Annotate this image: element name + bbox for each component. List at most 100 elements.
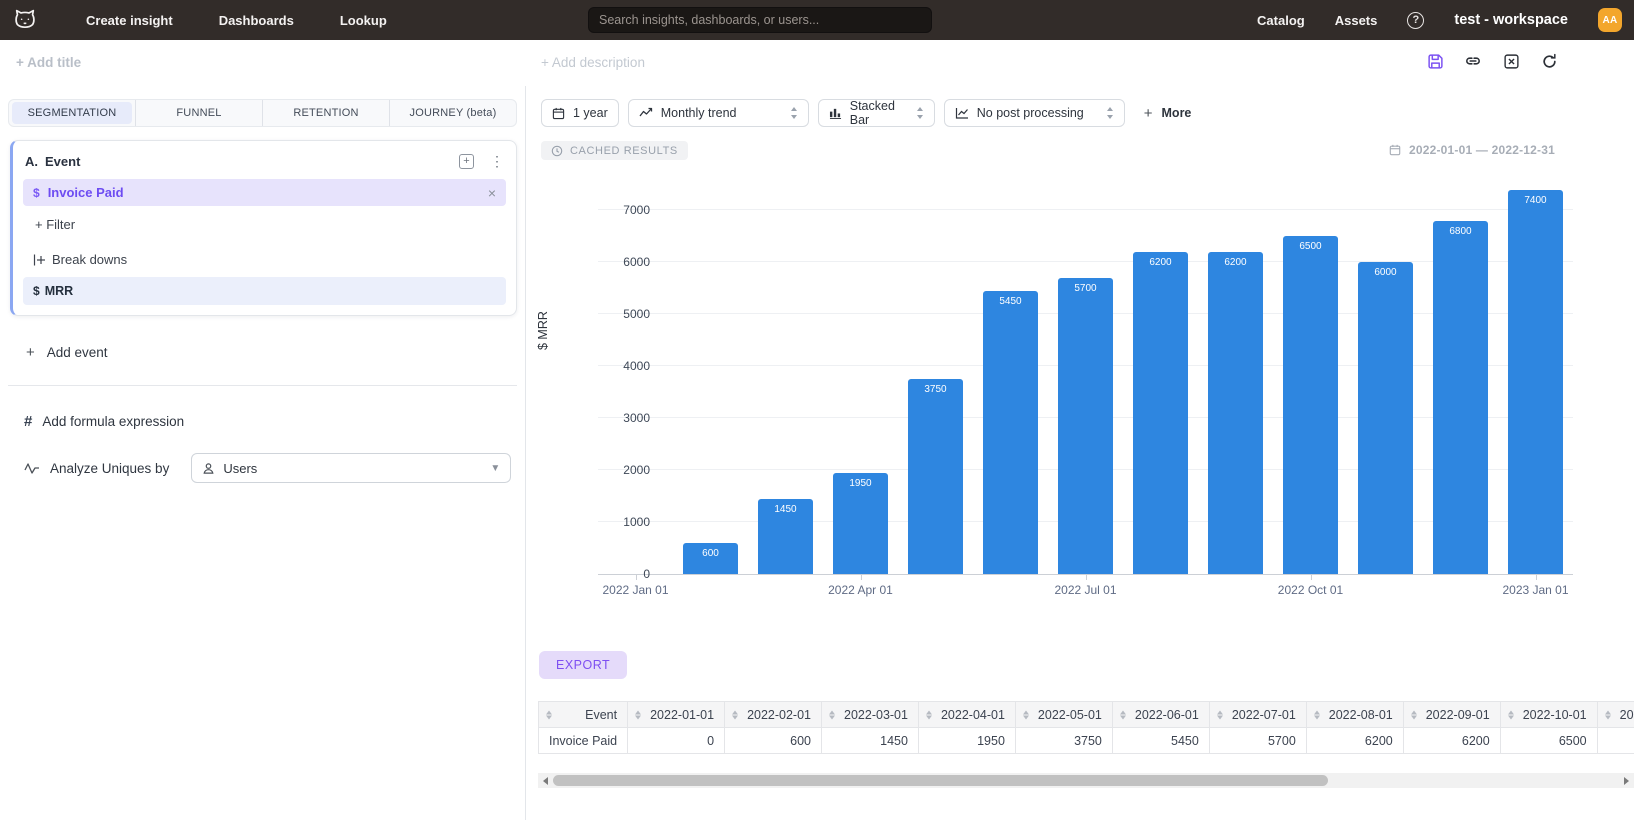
table-horizontal-scrollbar[interactable] <box>538 773 1634 788</box>
sort-icon[interactable] <box>926 710 932 719</box>
tab-retention-label: RETENTION <box>293 107 358 119</box>
column-header-2022-10-01[interactable]: 2022-10-01 <box>1500 702 1597 728</box>
column-header-2022-02-01[interactable]: 2022-02-01 <box>725 702 822 728</box>
column-header-event[interactable]: Event <box>539 702 628 728</box>
sort-icon[interactable] <box>1120 710 1126 719</box>
post-processing-select[interactable]: No post processing <box>944 99 1125 127</box>
select-chevrons-icon <box>1106 107 1114 119</box>
top-navbar: Create insight Dashboards Lookup Catalog… <box>0 0 1634 40</box>
bar-chart-icon <box>829 107 842 119</box>
remove-event-icon[interactable]: × <box>488 185 496 201</box>
bar-2022-11-01[interactable]: 6000 <box>1358 262 1414 574</box>
help-icon[interactable]: ? <box>1407 12 1424 29</box>
tab-segmentation-label: SEGMENTATION <box>28 107 117 119</box>
column-header-2022-04-01[interactable]: 2022-04-01 <box>918 702 1015 728</box>
bar-2022-09-01[interactable]: 6200 <box>1208 252 1264 574</box>
tab-funnel[interactable]: FUNNEL <box>136 100 263 126</box>
sort-icon[interactable] <box>546 710 552 719</box>
sort-icon[interactable] <box>635 710 641 719</box>
copy-link-icon[interactable] <box>1464 52 1482 70</box>
sort-icon[interactable] <box>1023 710 1029 719</box>
nav-assets[interactable]: Assets <box>1335 13 1378 28</box>
refresh-icon[interactable] <box>1540 52 1558 70</box>
avatar[interactable]: AA <box>1598 8 1622 32</box>
column-header-2022-08-01[interactable]: 2022-08-01 <box>1306 702 1403 728</box>
add-description-field[interactable]: + Add description <box>541 55 645 70</box>
tab-segmentation[interactable]: SEGMENTATION <box>9 100 136 126</box>
dollar-icon: $ <box>33 186 40 200</box>
bar-slot-2022-05-01: 3750 <box>898 175 973 574</box>
column-header-2022-07-01[interactable]: 2022-07-01 <box>1209 702 1306 728</box>
bar-2022-08-01[interactable]: 6200 <box>1133 252 1189 574</box>
table-row-Invoice Paid[interactable]: Invoice Paid0600145019503750545057006200… <box>539 728 1634 754</box>
brand-logo-cat-icon[interactable] <box>10 5 40 35</box>
breakdowns-label: Break downs <box>52 252 127 267</box>
result-date-range-text: 2022-01-01 — 2022-12-31 <box>1409 143 1555 157</box>
scrollbar-thumb[interactable] <box>553 775 1328 786</box>
column-header-2022-09-01[interactable]: 2022-09-01 <box>1403 702 1500 728</box>
cell-2022-05-01: 3750 <box>1015 728 1112 754</box>
time-group-select[interactable]: Monthly trend <box>628 99 809 127</box>
nav-lookup[interactable]: Lookup <box>340 13 387 28</box>
sort-icon[interactable] <box>732 710 738 719</box>
chart-plot-area[interactable]: 0100020003000400050006000700060014501950… <box>598 175 1573 575</box>
bar-2022-02-01[interactable]: 600 <box>683 543 739 574</box>
sort-icon[interactable] <box>1605 710 1611 719</box>
breakdowns-button[interactable]: Break downs <box>23 252 506 267</box>
duplicate-event-icon[interactable]: + <box>459 154 474 169</box>
nav-create-insight[interactable]: Create insight <box>86 13 173 28</box>
bar-slot-2022-09-01: 6200 <box>1198 175 1273 574</box>
save-icon[interactable] <box>1426 52 1444 70</box>
sort-icon[interactable] <box>1508 710 1514 719</box>
add-event-button[interactable]: + Add event <box>26 344 525 361</box>
column-header-2022-01-01[interactable]: 2022-01-01 <box>628 702 725 728</box>
column-header-2022-03-01[interactable]: 2022-03-01 <box>822 702 919 728</box>
bar-2022-03-01[interactable]: 1450 <box>758 499 814 574</box>
selected-event-row[interactable]: $ Invoice Paid × <box>23 179 506 206</box>
sort-icon[interactable] <box>1314 710 1320 719</box>
bar-value-label: 5450 <box>983 296 1039 307</box>
workspace-name[interactable]: test - workspace <box>1454 12 1568 28</box>
bar-2022-07-01[interactable]: 5700 <box>1058 278 1114 574</box>
scrollbar-track[interactable] <box>553 773 1619 788</box>
bar-2022-06-01[interactable]: 5450 <box>983 291 1039 574</box>
column-header-2022-06-01[interactable]: 2022-06-01 <box>1112 702 1209 728</box>
event-card-menu-icon[interactable]: ⋮ <box>490 153 504 170</box>
more-options-button[interactable]: + More <box>1144 105 1192 122</box>
scroll-right-arrow[interactable] <box>1619 773 1634 788</box>
chart-type-select[interactable]: Stacked Bar <box>818 99 935 127</box>
add-formula-button[interactable]: # Add formula expression <box>24 413 525 430</box>
selected-event-name: Invoice Paid <box>48 185 488 200</box>
bar-value-label: 6000 <box>1358 267 1414 278</box>
x-tick-label: 2022 Oct 01 <box>1278 583 1343 597</box>
sort-icon[interactable] <box>1411 710 1417 719</box>
cell-2022-09-01: 6200 <box>1403 728 1500 754</box>
date-range-button[interactable]: 1 year <box>541 99 619 127</box>
bar-value-label: 1450 <box>758 504 814 515</box>
column-header-2022-05-01[interactable]: 2022-05-01 <box>1015 702 1112 728</box>
bar-2022-12-01[interactable]: 6800 <box>1433 221 1489 574</box>
export-button[interactable]: EXPORT <box>539 651 627 679</box>
add-title-field[interactable]: + Add title <box>16 55 81 70</box>
export-excel-icon[interactable] <box>1502 52 1520 70</box>
uniques-by-select[interactable]: Users ▼ <box>191 453 511 483</box>
add-filter-button[interactable]: + Filter <box>23 217 506 232</box>
bar-2023-01-01[interactable]: 7400 <box>1508 190 1564 574</box>
cell-2022-02-01: 600 <box>725 728 822 754</box>
bar-slot-2022-01-01 <box>598 175 673 574</box>
x-tick <box>1536 575 1537 580</box>
tab-retention[interactable]: RETENTION <box>263 100 390 126</box>
column-header-2022-11-01[interactable]: 2022-11-01 <box>1597 702 1634 728</box>
results-panel: 1 year Monthly trend Stacked Bar <box>525 86 1634 820</box>
bar-2022-05-01[interactable]: 3750 <box>908 379 964 574</box>
sort-icon[interactable] <box>1217 710 1223 719</box>
scroll-left-arrow[interactable] <box>538 773 553 788</box>
sort-icon[interactable] <box>829 710 835 719</box>
breakdown-property-row[interactable]: $ MRR <box>23 277 506 305</box>
bar-2022-10-01[interactable]: 6500 <box>1283 236 1339 574</box>
nav-dashboards[interactable]: Dashboards <box>219 13 294 28</box>
global-search-input[interactable] <box>588 7 932 33</box>
bar-2022-04-01[interactable]: 1950 <box>833 473 889 574</box>
nav-catalog[interactable]: Catalog <box>1257 13 1305 28</box>
tab-journey[interactable]: JOURNEY (beta) <box>390 100 516 126</box>
